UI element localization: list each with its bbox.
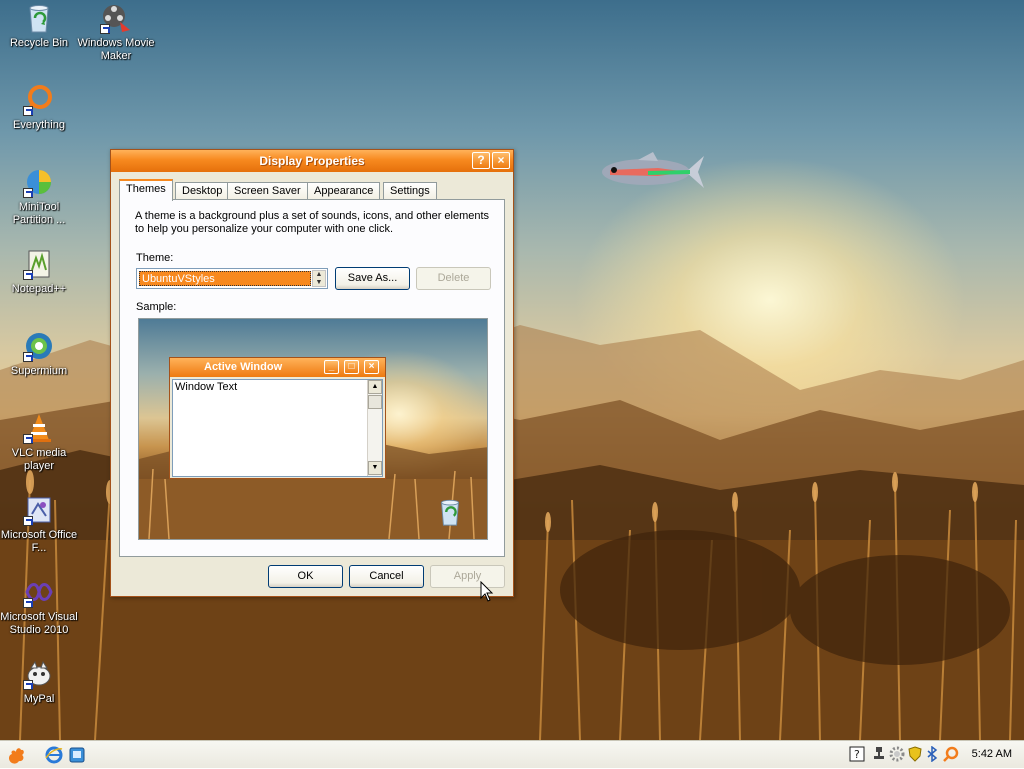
internet-explorer-icon[interactable] — [45, 746, 63, 764]
minitool-icon — [23, 166, 55, 198]
desktop-icon-label: Microsoft Visual Studio 2010 — [0, 611, 78, 636]
desktop-icon-label: Recycle Bin — [9, 37, 69, 49]
settings-icon[interactable] — [889, 746, 905, 762]
save-as-button[interactable]: Save As... — [335, 267, 410, 290]
desktop-icon-windows-movie-maker[interactable]: Windows Movie Maker — [77, 2, 155, 63]
desktop-icon-label: Microsoft Office F... — [0, 529, 78, 554]
desktop-icon-label: MiniTool Partition ... — [12, 201, 66, 226]
tab-settings[interactable]: Settings — [383, 182, 437, 200]
help-icon: ? — [477, 153, 485, 167]
system-tray: ? 5:42 AM — [844, 741, 1024, 769]
recycle-bin-icon — [441, 499, 459, 526]
search-icon[interactable] — [943, 746, 959, 762]
cancel-button[interactable]: Cancel — [349, 565, 424, 588]
everything-icon — [23, 84, 55, 116]
mouse-pointer-icon — [480, 581, 494, 602]
display-properties-dialog: Display Properties ? × Themes Desktop Sc… — [110, 149, 514, 597]
desktop-icon-label: Supermium — [10, 365, 68, 377]
desktop-icon-label: MyPal — [23, 693, 55, 705]
scroll-thumb — [368, 395, 382, 409]
theme-dropdown-value: UbuntuVStyles — [139, 271, 311, 286]
dialog-titlebar[interactable]: Display Properties ? × — [111, 150, 513, 172]
theme-label: Theme: — [136, 252, 174, 264]
ok-button[interactable]: OK — [268, 565, 343, 588]
dialog-title: Display Properties — [259, 154, 365, 168]
taskbar: ? 5:42 AM — [0, 740, 1024, 768]
spin-arrows-icon[interactable]: ▲ ▼ — [312, 270, 326, 287]
desktop-icon-label: Everything — [13, 119, 65, 131]
desktop-icon-recycle-bin[interactable]: Recycle Bin — [0, 2, 78, 50]
shortcut-arrow-icon — [100, 24, 110, 34]
close-button[interactable]: × — [492, 152, 510, 169]
supermium-icon — [23, 330, 55, 362]
minimize-icon: _ — [324, 360, 339, 374]
theme-sample-preview: Active Window _ □ × Window Text ▲ ▼ — [138, 318, 488, 540]
help-icon[interactable]: ? — [849, 746, 865, 762]
desktop-icon-supermium[interactable]: Supermium — [0, 330, 78, 378]
desktop-icon-mypal[interactable]: MyPal — [0, 658, 78, 706]
recycle-bin-icon — [23, 2, 55, 34]
close-icon: × — [364, 360, 379, 374]
office-icon — [23, 494, 55, 526]
sample-label: Sample: — [136, 301, 177, 313]
sample-window-text: Window Text — [175, 381, 238, 393]
vlc-icon — [23, 412, 55, 444]
desktop-icon-notepadpp[interactable]: Notepad++ — [0, 248, 78, 296]
shortcut-arrow-icon — [23, 188, 33, 198]
tab-appearance[interactable]: Appearance — [307, 182, 381, 200]
scroll-down-icon: ▼ — [368, 461, 382, 475]
help-button[interactable]: ? — [472, 152, 490, 169]
desktop-icon-everything[interactable]: Everything — [0, 84, 78, 132]
shortcut-arrow-icon — [23, 352, 33, 362]
tab-screen-saver[interactable]: Screen Saver — [227, 182, 308, 200]
mypal-icon — [23, 658, 55, 690]
svg-text:?: ? — [854, 748, 860, 761]
shortcut-arrow-icon — [23, 598, 33, 608]
taskbar-clock[interactable]: 5:42 AM — [972, 748, 1012, 760]
sample-window-body: Window Text ▲ ▼ — [172, 379, 383, 477]
close-icon: × — [497, 153, 505, 167]
bluetooth-icon[interactable] — [925, 746, 941, 762]
shortcut-arrow-icon — [23, 434, 33, 444]
sample-window-titlebar: Active Window _ □ × — [170, 358, 385, 377]
delete-button[interactable]: Delete — [416, 267, 491, 290]
desktop-icon-label: Windows Movie Maker — [77, 37, 155, 62]
shortcut-arrow-icon — [23, 106, 33, 116]
desktop-icon-visual-studio[interactable]: Microsoft Visual Studio 2010 — [0, 576, 78, 637]
desktop-icon-label: Notepad++ — [11, 283, 67, 295]
themes-panel: A theme is a background plus a set of so… — [119, 199, 505, 557]
desktop-icon-vlc[interactable]: VLC media player — [0, 412, 78, 473]
desktop-icon-microsoft-office[interactable]: Microsoft Office F... — [0, 494, 78, 555]
theme-description: A theme is a background plus a set of so… — [135, 210, 490, 235]
shortcut-arrow-icon — [23, 516, 33, 526]
network-icon[interactable] — [871, 746, 887, 762]
maximize-icon: □ — [344, 360, 359, 374]
tab-themes[interactable]: Themes — [119, 179, 173, 201]
desktop-icon-minitool-partition[interactable]: MiniTool Partition ... — [0, 166, 78, 227]
notepadpp-icon — [23, 248, 55, 280]
sample-active-window: Active Window _ □ × Window Text ▲ ▼ — [169, 357, 386, 479]
fish-desktop-pet-icon[interactable] — [598, 148, 706, 196]
sample-scrollbar: ▲ ▼ — [367, 380, 382, 476]
shortcut-arrow-icon — [23, 680, 33, 690]
show-desktop-icon[interactable] — [68, 746, 86, 764]
tab-desktop[interactable]: Desktop — [175, 182, 230, 200]
start-gnome-icon[interactable] — [6, 745, 26, 765]
visual-studio-icon — [23, 576, 55, 608]
scroll-up-icon: ▲ — [368, 380, 382, 394]
sample-window-title: Active Window — [204, 361, 283, 373]
theme-dropdown[interactable]: UbuntuVStyles ▲ ▼ — [136, 268, 328, 289]
desktop-icon-label: VLC media player — [11, 447, 67, 472]
shield-icon[interactable] — [907, 746, 923, 762]
movie-maker-icon — [100, 2, 132, 34]
shortcut-arrow-icon — [23, 270, 33, 280]
